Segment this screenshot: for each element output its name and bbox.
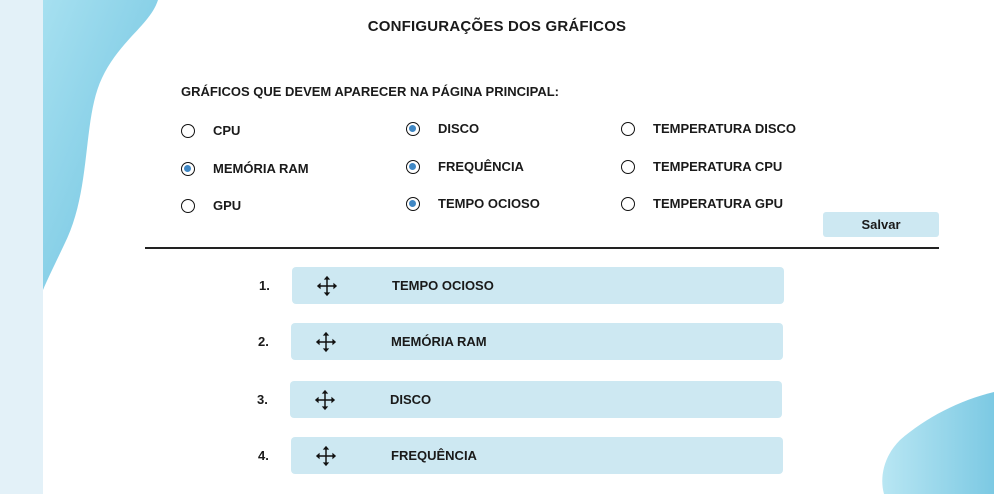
radio-option-temperatura-gpu[interactable]: TEMPERATURA GPU (621, 196, 783, 211)
radio-option-frequencia[interactable]: FREQUÊNCIA (406, 159, 524, 174)
radio-button[interactable] (621, 121, 635, 136)
radio-option-cpu[interactable]: CPU (181, 123, 240, 138)
option-label: DISCO (438, 121, 480, 136)
radio-button[interactable] (181, 123, 195, 138)
option-label: FREQUÊNCIA (438, 159, 524, 174)
option-label: MEMÓRIA RAM (213, 161, 309, 176)
order-item-label: DISCO (390, 392, 432, 407)
order-item[interactable]: FREQUÊNCIA (291, 437, 783, 474)
bottom-right-wave (882, 392, 994, 494)
radio-option-memoria-ram[interactable]: MEMÓRIA RAM (181, 161, 309, 176)
radio-option-temperatura-disco[interactable]: TEMPERATURA DISCO (621, 121, 796, 136)
option-label: TEMPERATURA DISCO (653, 121, 796, 136)
option-label: CPU (213, 123, 241, 138)
radio-button[interactable] (406, 121, 420, 136)
option-label: GPU (213, 198, 242, 213)
charts-section-heading: GRÁFICOS QUE DEVEM APARECER NA PÁGINA PR… (181, 84, 559, 99)
radio-button[interactable] (621, 159, 635, 174)
radio-button[interactable] (181, 161, 195, 176)
side-strip (0, 0, 43, 494)
radio-button[interactable] (621, 196, 635, 211)
top-left-wave (43, 0, 158, 290)
page-title: CONFIGURAÇÕES DOS GRÁFICOS (367, 18, 627, 35)
order-item-label: MEMÓRIA RAM (391, 334, 487, 349)
radio-option-tempo-ocioso[interactable]: TEMPO OCIOSO (406, 196, 540, 211)
save-button[interactable]: Salvar (823, 212, 939, 237)
radio-option-disco[interactable]: DISCO (406, 121, 479, 136)
order-item[interactable]: TEMPO OCIOSO (292, 267, 784, 304)
move-arrows-icon[interactable] (313, 389, 337, 411)
order-number: 1. (259, 278, 270, 293)
radio-button[interactable] (406, 196, 420, 211)
order-item[interactable]: MEMÓRIA RAM (291, 323, 783, 360)
radio-option-gpu[interactable]: GPU (181, 198, 241, 213)
order-item-label: FREQUÊNCIA (391, 448, 477, 463)
option-label: TEMPO OCIOSO (438, 196, 540, 211)
section-divider (145, 247, 939, 249)
order-item-label: TEMPO OCIOSO (392, 278, 494, 293)
option-label: TEMPERATURA CPU (653, 159, 783, 174)
radio-button[interactable] (406, 159, 420, 174)
move-arrows-icon[interactable] (314, 445, 338, 467)
order-number: 4. (258, 448, 269, 463)
option-label: TEMPERATURA GPU (653, 196, 783, 211)
order-number: 2. (258, 334, 269, 349)
radio-option-temperatura-cpu[interactable]: TEMPERATURA CPU (621, 159, 782, 174)
order-number: 3. (257, 392, 268, 407)
move-arrows-icon[interactable] (314, 331, 338, 353)
order-item[interactable]: DISCO (290, 381, 782, 418)
move-arrows-icon[interactable] (315, 275, 339, 297)
radio-button[interactable] (181, 198, 195, 213)
